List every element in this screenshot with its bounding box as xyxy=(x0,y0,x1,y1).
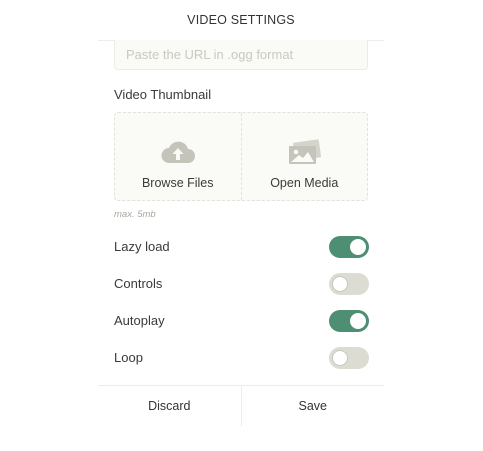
controls-setting: Controls xyxy=(114,273,369,295)
autoplay-setting: Autoplay xyxy=(114,310,369,332)
browse-files-button[interactable]: Browse Files xyxy=(115,113,241,200)
toggle-knob xyxy=(350,239,366,255)
open-media-label: Open Media xyxy=(270,176,339,190)
toggle-knob xyxy=(332,276,348,292)
lazy-load-toggle[interactable] xyxy=(329,236,369,258)
discard-button[interactable]: Discard xyxy=(98,386,241,426)
thumbnail-picker: Browse Files Open Media xyxy=(114,112,368,201)
lazy-load-setting: Lazy load xyxy=(114,236,369,258)
dialog-footer: Discard Save xyxy=(98,385,384,426)
save-button[interactable]: Save xyxy=(240,386,385,426)
browse-files-label: Browse Files xyxy=(141,176,214,190)
controls-label: Controls xyxy=(114,276,163,291)
thumbnail-label: Video Thumbnail xyxy=(114,87,212,102)
toggle-knob xyxy=(350,313,366,329)
panel-title: VIDEO SETTINGS xyxy=(98,0,384,41)
file-size-hint: max. 5mb xyxy=(114,209,156,220)
autoplay-toggle[interactable] xyxy=(329,310,369,332)
autoplay-label: Autoplay xyxy=(114,313,165,328)
lazy-load-label: Lazy load xyxy=(114,239,170,254)
cloud-upload-icon xyxy=(160,139,196,170)
video-settings-panel: VIDEO SETTINGS Video Thumbnail Browse Fi… xyxy=(98,0,384,451)
loop-setting: Loop xyxy=(114,347,369,369)
controls-toggle[interactable] xyxy=(329,273,369,295)
toggle-knob xyxy=(332,350,348,366)
loop-toggle[interactable] xyxy=(329,347,369,369)
loop-label: Loop xyxy=(114,350,143,365)
open-media-button[interactable]: Open Media xyxy=(240,113,368,200)
video-url-input[interactable] xyxy=(114,40,368,70)
image-gallery-icon xyxy=(286,139,322,170)
